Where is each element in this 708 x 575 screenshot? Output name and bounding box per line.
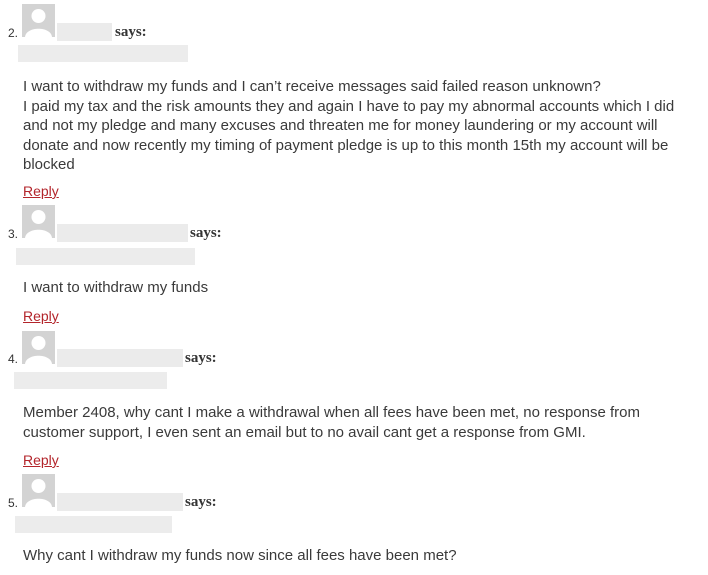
comment-text: Why cant I withdraw my funds now since a… — [23, 547, 457, 564]
says-label: says: — [115, 24, 147, 40]
avatar-icon — [22, 474, 55, 507]
comment-date-redacted — [15, 516, 172, 533]
author-name-redacted — [57, 224, 188, 242]
says-label: says: — [185, 350, 217, 366]
author-name-redacted — [57, 493, 183, 511]
avatar-icon — [22, 205, 55, 238]
comment-text: Member 2408, why cant I make a withdrawa… — [23, 404, 640, 441]
comment-date-redacted — [16, 248, 195, 265]
comment-number: 2. — [8, 26, 19, 40]
reply-link[interactable]: Reply — [23, 308, 59, 324]
avatar-icon — [22, 331, 55, 364]
author-name-redacted — [57, 23, 112, 41]
says-label: says: — [190, 225, 222, 241]
author-name-redacted — [57, 349, 183, 367]
comment-text: I want to withdraw my funds and I can’t … — [23, 78, 675, 173]
says-label: says: — [185, 494, 217, 510]
comment-date-redacted — [14, 372, 167, 389]
reply-link[interactable]: Reply — [23, 452, 59, 468]
avatar-icon — [22, 4, 55, 37]
comment-number: 3. — [8, 227, 19, 241]
comment-number: 5. — [8, 496, 19, 510]
comment-text: I want to withdraw my funds — [23, 279, 209, 296]
comment-number: 4. — [8, 352, 19, 366]
reply-link[interactable]: Reply — [23, 183, 59, 199]
comment-date-redacted — [18, 45, 188, 62]
